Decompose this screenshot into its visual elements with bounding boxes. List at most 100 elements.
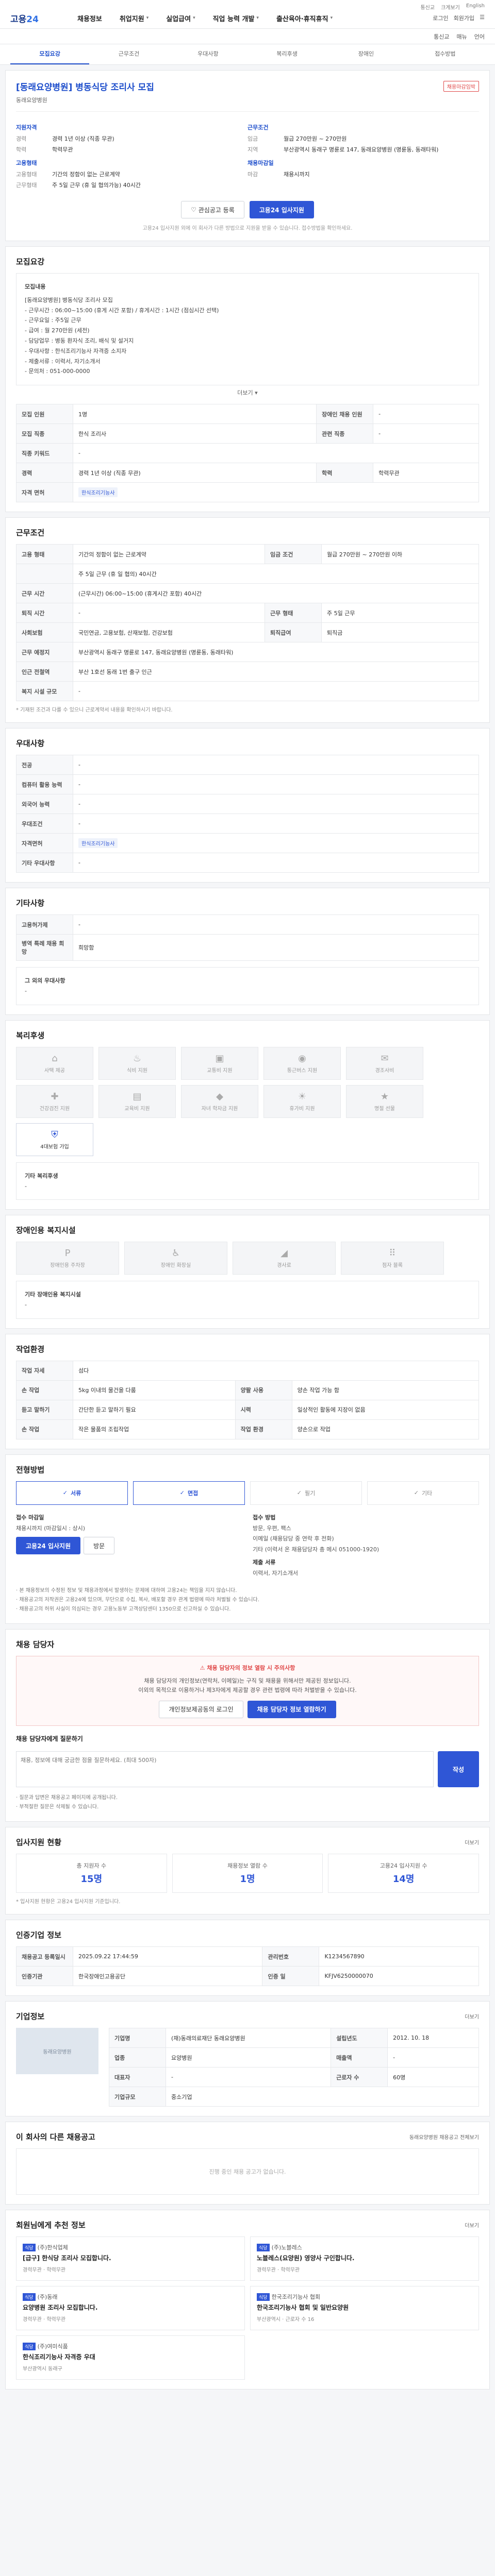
view-contact-button[interactable]: 채용 담당자 정보 열람하기 [247,1701,336,1719]
apply-notes: · 본 채용정보의 수정된 정보 및 채용과정에서 발생하는 문제에 대하여 고… [16,1587,259,1612]
stat-total: 총 지원자 수 15명 [16,1854,167,1893]
signup-link[interactable]: 회원가입 [454,14,474,22]
tab-recruit[interactable]: 모집요강 [10,44,90,64]
welfare-item: ✉ 경조사비 [346,1046,423,1080]
recommend-card[interactable]: 식당 (주)노블레스 노블레스(요양원) 영양사 구인합니다. 경력무관 · 학력… [250,2236,479,2281]
site-logo[interactable]: 고용24 [10,12,77,25]
consent-login-button[interactable]: 개인정보제공동의 로그인 [159,1701,243,1719]
parking-icon: P [64,1248,71,1259]
section-title: 전형방법 [16,1465,45,1475]
extra-preference: 그 외의 우대사항 - [16,967,479,1005]
tab-welfare[interactable]: 복리후생 [248,44,326,64]
scrap-button[interactable]: ♡ 관심공고 등록 [181,201,244,218]
gift-icon: ✉ [381,1053,389,1064]
nav-item-jobs[interactable]: 채용정보 [77,13,102,23]
chevron-down-icon: ▾ [146,15,149,21]
company-section: 기업정보 더보기 동래요양병원 기업명 (재)동래의료재단 동래요양병원 설립년도 2… [5,2001,490,2117]
section-title: 회원님에게 추천 정보 [16,2221,86,2230]
conditions-section: 근무조건 고용 형태 기간의 정함이 없는 근로계약 임금 조건 월급 270만원 ~… [5,517,490,723]
inquiry-title: 채용 담당자에게 질문하기 [16,1735,83,1743]
welfare-item: ★ 명절 선물 [346,1084,423,1118]
other-welfare: 기타 복리후생 - [16,1162,479,1200]
recommend-card[interactable]: 식당 (주)여미식품 한식조리기능사 자격증 우대 부산광역시 동래구 [16,2335,245,2380]
company-more-link[interactable]: 더보기 [465,2012,479,2020]
page-footer-space [0,2389,495,2431]
inquiry-input[interactable] [16,1751,434,1788]
section-title: 기업정보 [16,2012,45,2022]
tab-conditions[interactable]: 근무조건 [89,44,168,64]
section-tabs: 모집요강 근무조건 우대사항 복리후생 장애인 접수방법 [0,44,495,65]
tab-preference[interactable]: 우대사항 [169,44,248,64]
welfare-item: ▣ 교통비 지원 [181,1046,258,1080]
braille-icon: ⠿ [389,1248,396,1259]
nav-item-support[interactable]: 취업지원 ▾ [120,13,148,23]
group-title: 지원자격 [16,124,37,131]
visit-button[interactable]: 방문 [84,1537,115,1555]
posting-info-table: 채용공고 등록일시 2025.09.22 17:44:59 관리번호 K1234567… [16,1946,479,1987]
check-icon: ✓ [414,1489,419,1497]
recommend-section: 회원님에게 추천 정보 더보기 식당 (주)한식업체 [급구] 한식당 조리사 모… [5,2210,490,2390]
disability-item: ◢ 경사로 [233,1242,336,1275]
deadline-col: 접수 마감일 채용시까지 (마감일시 : 상시) 고용24 입사지원 방문 [16,1513,242,1580]
apply-button[interactable]: 고용24 입사지원 [249,201,314,218]
utility-link-2[interactable]: 크게보기 [441,3,460,11]
welfare-item: ♨ 식비 지원 [98,1046,176,1080]
inquiry-submit-button[interactable]: 작성 [438,1751,479,1788]
screening-steps: ✓ 서류 ✓ 면접 ✓ 필기 ✓ 기타 [16,1481,479,1505]
same-company-more-link[interactable]: 동래요양병원 채용공고 전체보기 [409,2133,479,2141]
header-right: 근무조건 임금 월급 270만원 ~ 270만원 지역 부산광역시 동래구 명륜로 … [248,118,479,192]
section-title: 복리후생 [16,1030,45,1040]
posting-info-section: 인증기업 정보 채용공고 등록일시 2025.09.22 17:44:59 관리번호… [5,1920,490,1996]
nav-item-benefits[interactable]: 실업급여 ▾ [166,13,195,23]
utility-link-1[interactable]: 통신교 [420,3,435,11]
group-title: 고용형태 [16,160,37,166]
menu-icon[interactable]: ☰ [480,14,485,22]
method-col: 접수 방법 방문, 우편, 팩스 이메일 (채용담당 중 연락 후 전화) 기타… [253,1514,380,1577]
license-pill: 한식조리기능사 [78,838,118,849]
stats-more-link[interactable]: 더보기 [465,1838,479,1846]
recruit-table: 모집 인원 1명 장애인 채용 인원 - 모집 직종 한식 조리사 관련 직종 - 직종 키… [16,404,479,503]
ramp-icon: ◢ [280,1248,288,1259]
tab-disability[interactable]: 장애인 [326,44,405,64]
nav-item-leave[interactable]: 출산육아·휴직휴직 ▾ [276,13,333,23]
recommend-card[interactable]: 식당 한국조리기능사 협회 한국조리기능사 협회 및 일반요양원 부산광역시 · … [250,2286,479,2331]
inquiry-notes: · 질문과 답변은 채용공고 페이지에 공개됩니다. · 부적절한 질문은 삭제… [16,1795,118,1810]
section-title: 우대사항 [16,739,45,749]
company-name[interactable]: 동래요양병원 [16,96,479,104]
welfare-section: 복리후생 ⌂ 사택 제공 ♨ 식비 지원 ▣ 교통비 지원 ◉ 통근버스 지원 ✉ 경조사… [5,1020,490,1210]
same-company-section: 이 회사의 다른 채용공고 동래요양병원 채용공고 전체보기 진행 중인 채용 … [5,2122,490,2205]
section-title: 이 회사의 다른 채용공고 [16,2132,95,2142]
company-image: 동래요양병원 [16,2028,98,2075]
heart-icon: ♡ [191,206,199,213]
stats-note: * 입사지원 현황은 고용24 입사지원 기준입니다. [16,1899,121,1905]
recommend-more-link[interactable]: 더보기 [465,2221,479,2229]
recommend-card[interactable]: 식당 (주)한식업체 [급구] 한식당 조리사 모집합니다. 경력무관 · 학력무… [16,2236,245,2281]
group-title: 근무조건 [248,124,269,131]
tab-apply[interactable]: 접수방법 [406,44,485,64]
welfare-item: ▤ 교육비 지원 [98,1084,176,1118]
more-button[interactable]: 더보기 ▾ [16,388,479,397]
welfare-item-active: ⛨ 4대보험 가입 [16,1123,93,1156]
subbar-item-1[interactable]: 통신교 [434,32,449,41]
apply-button-bottom[interactable]: 고용24 입사지원 [16,1537,81,1555]
preference-section: 우대사항 전공 - 컴퓨터 활용 능력 - 외국어 능력 - 우대조건 - 자격면허 한식… [5,728,490,883]
check-icon: ✓ [296,1489,302,1497]
empty-state: 진행 중인 채용 공고가 없습니다. [16,2148,479,2195]
car-icon: ◉ [298,1053,306,1064]
login-link[interactable]: 로그인 [433,14,448,22]
section-title: 작업환경 [16,1344,45,1354]
utility-link-3[interactable]: English [466,3,485,9]
subbar-item-2[interactable]: 매뉴 [457,32,467,41]
stat-row: 총 지원자 수 15명 채용정보 열람 수 1명 고용24 입사지원 수 14명 [16,1854,480,1893]
deadline-badge: 채용마감임박 [443,81,479,92]
auth-links: 로그인 회원가입 ☰ [433,14,485,22]
recruit-section: 모집요강 모집내용 [동래요양병원] 병동식당 조리사 모집 - 근무시간 : … [5,246,490,513]
section-title: 기타사항 [16,899,45,908]
shield-icon: ⛨ [51,1129,58,1140]
others-section: 기타사항 고용허가제 - 병역 특례 채용 희망 희망함 그 외의 우대사항 - [5,888,490,1015]
stat-online: 고용24 입사지원 수 14명 [328,1854,480,1893]
recommend-card[interactable]: 식당 (주)동래 요양병원 조리사 모집합니다. 경력무관 · 학력무관 [16,2286,245,2331]
subbar-item-3[interactable]: 언어 [474,32,485,41]
nav-item-training[interactable]: 직업 능력 개발 ▾ [213,13,259,23]
privacy-warning: ⚠ 채용 담당자의 정보 열람 시 주의사항 채용 담당자의 개인정보(연락처,… [16,1655,479,1726]
